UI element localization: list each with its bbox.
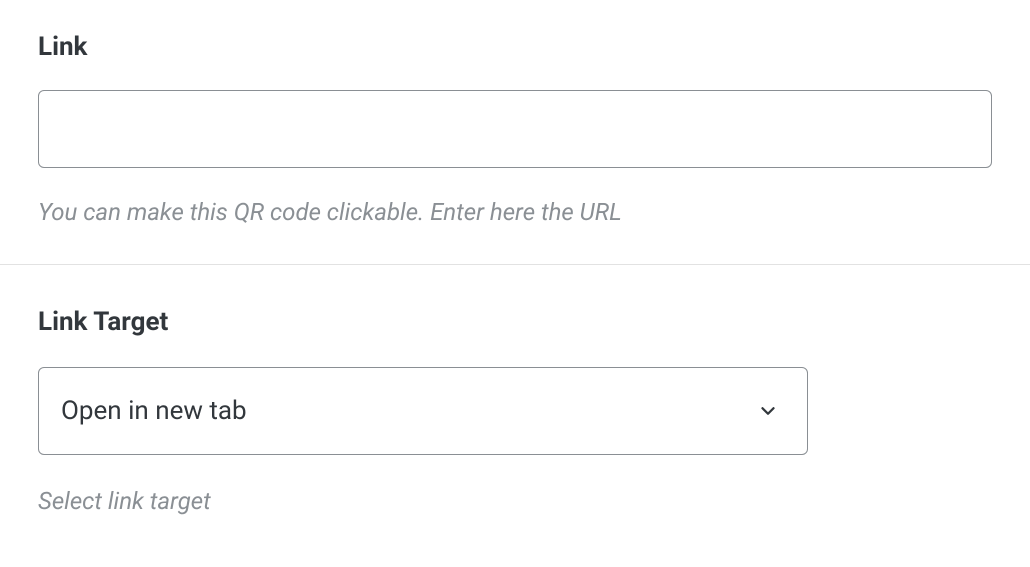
link-help-text: You can make this QR code clickable. Ent… <box>38 198 992 226</box>
link-label: Link <box>38 32 992 62</box>
link-target-help-text: Select link target <box>38 487 992 515</box>
link-target-label: Link Target <box>38 307 992 337</box>
link-target-select[interactable]: Open in new tab <box>38 367 808 455</box>
link-target-selected-value: Open in new tab <box>61 396 247 426</box>
link-target-section: Link Target Open in new tab Select link … <box>0 264 1030 553</box>
chevron-down-icon <box>757 400 779 422</box>
link-section: Link You can make this QR code clickable… <box>0 0 1030 264</box>
link-input[interactable] <box>38 90 992 168</box>
link-target-select-wrapper: Open in new tab <box>38 367 808 455</box>
